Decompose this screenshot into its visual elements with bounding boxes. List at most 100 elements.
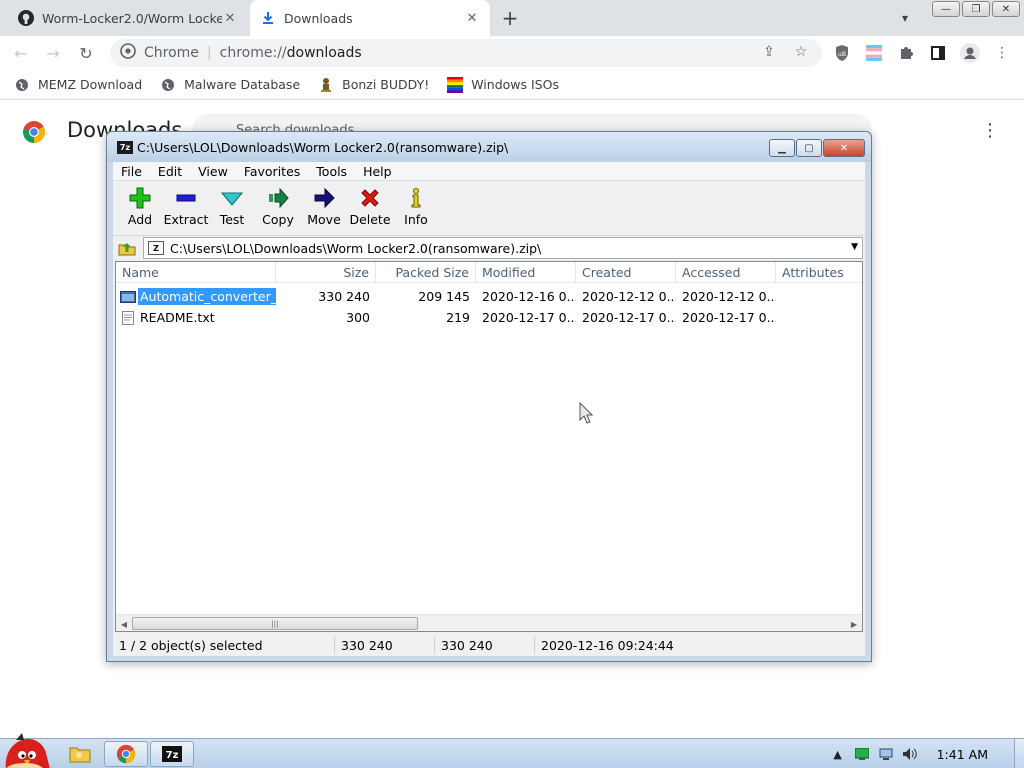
- column-header-size[interactable]: Size: [276, 262, 376, 283]
- file-size: 330 240: [318, 289, 370, 304]
- column-header-modified[interactable]: Modified: [476, 262, 576, 283]
- globe-icon: [14, 77, 30, 93]
- chrome-logo-icon: [22, 120, 46, 144]
- menu-file[interactable]: File: [121, 164, 142, 179]
- minimize-icon[interactable]: —: [932, 1, 960, 17]
- minimize-icon[interactable]: ▁: [769, 139, 795, 157]
- desktop-screen: Worm-Locker2.0/Worm Locker ✕ Downloads ✕…: [0, 0, 1024, 768]
- taskbar-7zip-button[interactable]: 7z: [150, 741, 194, 767]
- file-accessed: 2020-12-12 0...: [682, 289, 776, 304]
- ublock-shield-icon[interactable]: uB: [832, 43, 852, 63]
- close-icon[interactable]: ✕: [992, 1, 1020, 17]
- file-modified: 2020-12-17 0...: [482, 310, 576, 325]
- info-icon: [404, 186, 428, 210]
- chevron-down-icon[interactable]: ▼: [851, 242, 858, 252]
- tray-green-app-icon[interactable]: [853, 745, 871, 763]
- delete-button[interactable]: Delete: [347, 181, 393, 236]
- bookmark-bonzi-buddy[interactable]: Bonzi BUDDY!: [318, 77, 429, 93]
- move-label: Move: [307, 212, 341, 227]
- github-icon: [18, 10, 34, 26]
- volume-icon[interactable]: [901, 745, 919, 763]
- tray-expand-icon[interactable]: ▲: [829, 745, 847, 763]
- menu-edit[interactable]: Edit: [158, 164, 182, 179]
- back-arrow-icon[interactable]: ←: [8, 40, 34, 66]
- table-row[interactable]: README.txt 300 219 2020-12-17 0... 2020-…: [116, 307, 862, 328]
- close-icon[interactable]: ✕: [823, 139, 865, 157]
- reload-icon[interactable]: ↻: [73, 40, 99, 66]
- close-icon[interactable]: ✕: [464, 10, 480, 26]
- chrome-site-icon: [120, 43, 136, 63]
- sevenzip-toolbar: Add Extract Test Copy Move Delete Info: [113, 181, 865, 236]
- chevron-down-icon[interactable]: ▾: [895, 8, 915, 28]
- column-header-created[interactable]: Created: [576, 262, 676, 283]
- bookmark-windows-isos[interactable]: Windows ISOs: [447, 76, 559, 93]
- column-header-packed-size[interactable]: Packed Size: [376, 262, 476, 283]
- menu-view[interactable]: View: [198, 164, 228, 179]
- scrollbar-thumb[interactable]: |||: [132, 617, 418, 630]
- sevenzip-icon: 7z: [162, 746, 182, 762]
- text-file-icon: [122, 310, 134, 325]
- column-header-accessed[interactable]: Accessed: [676, 262, 776, 283]
- table-row[interactable]: Automatic_converter_... 330 240 209 145 …: [116, 286, 862, 307]
- file-name: README.txt: [140, 310, 215, 325]
- menu-help[interactable]: Help: [363, 164, 392, 179]
- column-header-attributes[interactable]: Attributes: [776, 262, 862, 283]
- add-button[interactable]: Add: [117, 181, 163, 236]
- bookmarks-bar: MEMZ Download Malware Database Bonzi BUD…: [0, 70, 1024, 100]
- move-button[interactable]: Move: [301, 181, 347, 236]
- network-icon[interactable]: [877, 745, 895, 763]
- close-icon[interactable]: ✕: [222, 10, 238, 26]
- show-desktop-button[interactable]: [1014, 739, 1024, 768]
- taskbar-chrome-button[interactable]: [104, 741, 148, 767]
- more-vert-icon[interactable]: ⋮: [980, 120, 1000, 141]
- tab-github[interactable]: Worm-Locker2.0/Worm Locker ✕: [8, 4, 248, 32]
- column-header-name[interactable]: Name: [116, 262, 276, 283]
- extract-button[interactable]: Extract: [163, 181, 209, 236]
- kebab-menu-icon[interactable]: ⋮: [992, 43, 1012, 63]
- path-combobox[interactable]: Z C:\Users\LOL\Downloads\Worm Locker2.0(…: [143, 237, 863, 259]
- scroll-left-arrow-icon[interactable]: ◀: [118, 618, 130, 630]
- trans-flag-extension-icon[interactable]: [864, 43, 884, 63]
- new-tab-plus-icon[interactable]: +: [498, 6, 522, 30]
- tab-title: Worm-Locker2.0/Worm Locker: [42, 10, 222, 26]
- taskbar-explorer-button[interactable]: [58, 741, 102, 767]
- window-title-bar[interactable]: 7z C:\Users\LOL\Downloads\Worm Locker2.0…: [107, 132, 871, 162]
- bookmark-memz[interactable]: MEMZ Download: [14, 77, 142, 93]
- star-icon[interactable]: ☆: [792, 43, 810, 61]
- share-icon[interactable]: ⇪: [760, 43, 778, 61]
- tab-strip: Worm-Locker2.0/Worm Locker ✕ Downloads ✕…: [0, 0, 1024, 36]
- mouse-pointer-icon: [579, 402, 593, 424]
- scroll-right-arrow-icon[interactable]: ▶: [848, 618, 860, 630]
- puzzle-extensions-icon[interactable]: [896, 43, 916, 63]
- bookmark-malware-database[interactable]: Malware Database: [160, 77, 300, 93]
- taskbar-clock[interactable]: 1:41 AM: [937, 747, 988, 762]
- copy-button[interactable]: Copy: [255, 181, 301, 236]
- side-panel-icon[interactable]: [928, 43, 948, 63]
- profile-avatar-icon[interactable]: [960, 43, 980, 63]
- extract-label: Extract: [163, 212, 209, 227]
- file-name: Automatic_converter_...: [138, 288, 276, 305]
- start-button-angry-bird-icon[interactable]: [0, 731, 52, 768]
- up-folder-icon[interactable]: [117, 239, 137, 257]
- url-prefix: chrome://: [219, 45, 287, 61]
- bookmark-label: MEMZ Download: [38, 77, 143, 92]
- download-icon: [260, 10, 276, 26]
- address-bar[interactable]: Chrome | chrome:// downloads: [110, 39, 822, 67]
- restore-icon[interactable]: ❐: [962, 1, 990, 17]
- file-accessed: 2020-12-17 0...: [682, 310, 776, 325]
- copy-arrow-icon: [266, 186, 290, 210]
- zip-archive-icon: Z: [148, 241, 164, 255]
- file-name-cell: README.txt: [116, 307, 276, 328]
- menu-tools[interactable]: Tools: [316, 164, 347, 179]
- check-icon: [220, 186, 244, 210]
- forward-arrow-icon[interactable]: →: [40, 40, 66, 66]
- tab-downloads[interactable]: Downloads ✕: [250, 0, 490, 36]
- test-button[interactable]: Test: [209, 181, 255, 236]
- window-title: C:\Users\LOL\Downloads\Worm Locker2.0(ra…: [137, 140, 509, 155]
- menu-favorites[interactable]: Favorites: [244, 164, 300, 179]
- maximize-icon[interactable]: ▢: [796, 139, 822, 157]
- info-button[interactable]: Info: [393, 181, 439, 236]
- tab-title: Downloads: [284, 10, 353, 26]
- horizontal-scrollbar[interactable]: ◀ ||| ▶: [116, 614, 862, 631]
- x-icon: [358, 186, 382, 210]
